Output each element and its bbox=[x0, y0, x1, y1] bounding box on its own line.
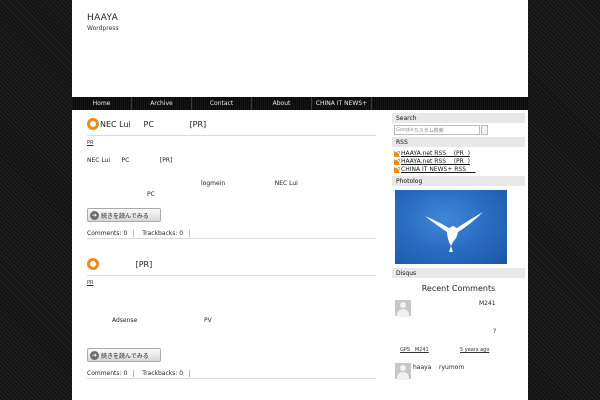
photolog-image[interactable] bbox=[395, 190, 507, 264]
post-body-line: Adsense PV bbox=[112, 317, 212, 324]
seagull-image bbox=[425, 212, 483, 252]
post-bullet-icon bbox=[87, 258, 99, 270]
comment-item: M241 ? GPS M241 5 years ago bbox=[392, 298, 525, 362]
rss-widget-heading: RSS bbox=[392, 137, 525, 147]
nav-item-contact[interactable]: Contact bbox=[192, 97, 252, 110]
post-list: NEC Lui PC [PR] PR NEC Lui PC [PR] logme… bbox=[87, 117, 376, 400]
nav-item-home[interactable]: Home bbox=[72, 97, 132, 110]
search-brand-text: Google bbox=[396, 127, 414, 133]
comment-meta-author[interactable]: GPS M241 bbox=[400, 347, 429, 353]
rss-icon bbox=[394, 150, 400, 157]
post-title-text[interactable]: NEC Lui PC [PR] bbox=[100, 120, 206, 129]
arrow-right-icon: ➜ bbox=[90, 210, 99, 220]
rss-link[interactable]: HAAYA.net RSS (PR ) bbox=[401, 150, 470, 157]
rss-item[interactable]: CHINA IT NEWS+ RSS bbox=[394, 166, 525, 173]
nav-item-china-it-news[interactable]: CHINA IT NEWS+ bbox=[312, 97, 372, 110]
divider bbox=[87, 135, 376, 136]
divider bbox=[87, 275, 376, 276]
comment-author[interactable]: M241 bbox=[479, 300, 496, 307]
avatar[interactable] bbox=[395, 363, 411, 380]
trackbacks-link[interactable]: Trackbacks: 0 bbox=[142, 369, 191, 377]
search-button[interactable] bbox=[481, 125, 488, 135]
rss-link[interactable]: HAAYA.net RSS (PR ) bbox=[401, 158, 470, 165]
read-more-label: 続きを読んでみる bbox=[101, 212, 149, 220]
search-widget-heading: Search bbox=[392, 113, 525, 123]
rss-icon bbox=[394, 166, 400, 173]
avatar[interactable] bbox=[395, 300, 411, 317]
comments-link[interactable]: Comments: 0 bbox=[87, 369, 135, 377]
post: NEC Lui PC [PR] PR NEC Lui PC [PR] logme… bbox=[87, 117, 376, 262]
photolog-widget-heading: Photolog bbox=[392, 176, 525, 186]
post-body-line: NEC Lui PC [PR] bbox=[87, 157, 173, 164]
sidebar: Search Google カスタム検索 RSS HAAYA.net RSS (… bbox=[392, 113, 525, 388]
rss-icon bbox=[394, 158, 400, 165]
nav-item-about[interactable]: About bbox=[252, 97, 312, 110]
arrow-right-icon: ➜ bbox=[90, 350, 99, 360]
search-placeholder-text: カスタム検索 bbox=[413, 127, 444, 134]
site-title[interactable]: HAAYA bbox=[87, 13, 118, 23]
comment-excerpt: ? bbox=[493, 328, 497, 335]
comment-time[interactable]: 5 years ago bbox=[460, 347, 489, 353]
read-more-button[interactable]: ➜ 続きを読んでみる bbox=[87, 348, 161, 362]
post-title-text[interactable]: [PR] bbox=[100, 260, 153, 269]
post-meta: Comments: 0 Trackbacks: 0 bbox=[87, 228, 376, 239]
read-more-button[interactable]: ➜ 続きを読んでみる bbox=[87, 208, 161, 222]
trackbacks-link[interactable]: Trackbacks: 0 bbox=[142, 229, 191, 237]
comments-link[interactable]: Comments: 0 bbox=[87, 229, 135, 237]
post-body-line: PC bbox=[147, 191, 155, 198]
page-container: HAAYA Wordpress Home Archive Contact Abo… bbox=[72, 0, 528, 400]
rss-item[interactable]: HAAYA.net RSS (PR ) bbox=[394, 158, 525, 165]
post-title[interactable]: [PR] bbox=[87, 257, 376, 271]
post-bullet-icon bbox=[87, 118, 99, 130]
read-more-label: 続きを読んでみる bbox=[101, 352, 149, 360]
comment-item: haaya ryumom bbox=[392, 362, 525, 388]
search-input[interactable]: Google カスタム検索 bbox=[394, 125, 480, 135]
post-category-link[interactable]: PR bbox=[87, 140, 94, 146]
rss-list: HAAYA.net RSS (PR ) HAAYA.net RSS (PR ) … bbox=[392, 147, 525, 173]
post: [PR] PR Adsense PV ➜ 続きを読んでみる Comments: … bbox=[87, 257, 376, 400]
post-body-line: logmein NEC Lui bbox=[201, 180, 298, 187]
search-widget: Google カスタム検索 bbox=[392, 123, 525, 137]
main-nav: Home Archive Contact About CHINA IT NEWS… bbox=[72, 97, 528, 110]
comment-author[interactable]: haaya ryumom bbox=[413, 364, 464, 371]
post-title[interactable]: NEC Lui PC [PR] bbox=[87, 117, 376, 131]
post-category-link[interactable]: PR bbox=[87, 280, 94, 286]
site-description: Wordpress bbox=[87, 25, 119, 32]
recent-comments-title: Recent Comments bbox=[421, 283, 496, 293]
rss-item[interactable]: HAAYA.net RSS (PR ) bbox=[394, 150, 525, 157]
disqus-widget-heading: Disqus bbox=[392, 268, 525, 278]
rss-link[interactable]: CHINA IT NEWS+ RSS bbox=[401, 166, 476, 173]
nav-item-archive[interactable]: Archive bbox=[132, 97, 192, 110]
site-header: HAAYA Wordpress bbox=[72, 0, 528, 96]
post-meta: Comments: 0 Trackbacks: 0 bbox=[87, 368, 376, 379]
